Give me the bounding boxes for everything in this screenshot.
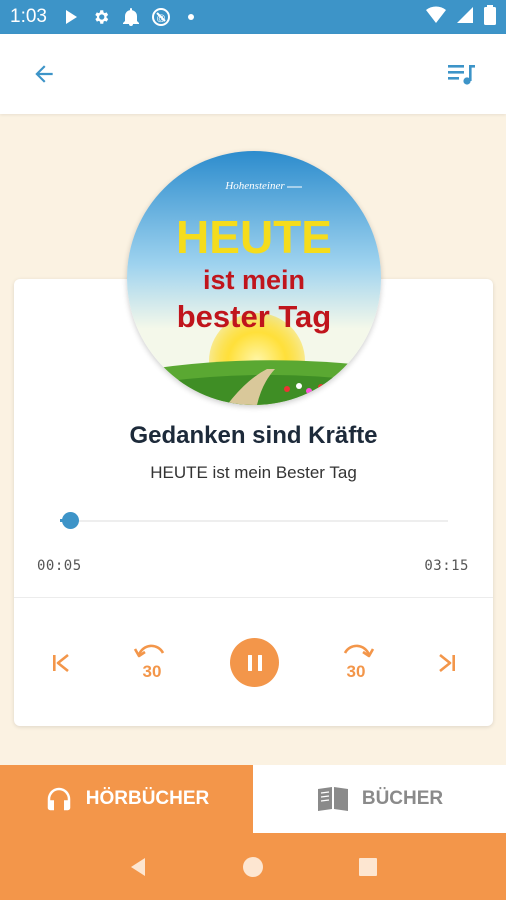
skip-previous-icon bbox=[53, 653, 69, 673]
progress-thumb[interactable] bbox=[62, 512, 80, 529]
play-icon bbox=[61, 7, 81, 27]
back-button[interactable] bbox=[24, 54, 64, 94]
forward-button[interactable]: 30 bbox=[336, 640, 378, 682]
forward-30-icon: 30 bbox=[343, 644, 375, 681]
status-bar: 1:03 @ bbox=[0, 0, 506, 34]
nav-home-button[interactable] bbox=[233, 847, 273, 887]
nav-recents-icon bbox=[359, 857, 378, 876]
svg-text:@: @ bbox=[156, 13, 165, 23]
notification-bell-icon bbox=[121, 7, 141, 27]
track-title: Gedanken sind Kräfte bbox=[129, 422, 378, 449]
total-time: 03:15 bbox=[424, 558, 469, 574]
rewind-label: 30 bbox=[143, 662, 162, 681]
signal-icon bbox=[456, 6, 474, 29]
nav-recents-button[interactable] bbox=[348, 847, 388, 887]
dot-icon bbox=[181, 7, 201, 27]
cover-line3: bester Tag bbox=[177, 299, 331, 334]
settings-icon bbox=[91, 7, 111, 27]
queue-music-icon bbox=[448, 65, 475, 85]
system-nav-bar bbox=[0, 833, 506, 900]
tab-hoerbuecher[interactable]: HÖRBÜCHER bbox=[0, 765, 253, 833]
divider bbox=[14, 597, 493, 598]
status-time: 1:03 bbox=[10, 6, 47, 27]
pause-button[interactable] bbox=[230, 638, 279, 687]
bottom-tabs: HÖRBÜCHER BÜCHER bbox=[0, 765, 506, 833]
replay-30-icon: 30 bbox=[133, 644, 165, 681]
forward-label: 30 bbox=[347, 662, 366, 681]
rewind-button[interactable]: 30 bbox=[130, 640, 172, 682]
headphones-icon bbox=[47, 787, 70, 811]
nav-home-icon bbox=[242, 856, 263, 877]
cover-logo: Hohensteiner bbox=[224, 180, 285, 192]
blocked-circle-icon: @ bbox=[151, 7, 171, 27]
skip-next-icon bbox=[439, 653, 455, 673]
queue-button[interactable] bbox=[442, 54, 482, 94]
track-subtitle: HEUTE ist mein Bester Tag bbox=[150, 463, 357, 482]
current-time: 00:05 bbox=[37, 558, 82, 574]
arrow-back-icon bbox=[35, 65, 53, 83]
nav-back-icon bbox=[130, 857, 145, 876]
battery-icon bbox=[484, 4, 496, 30]
wifi-icon bbox=[426, 5, 446, 29]
pause-icon bbox=[247, 654, 262, 671]
progress-track[interactable] bbox=[60, 520, 448, 522]
tab-hoerbuecher-label: HÖRBÜCHER bbox=[85, 788, 210, 809]
app-bar bbox=[0, 34, 506, 114]
book-icon bbox=[317, 787, 348, 811]
cover-line1: HEUTE bbox=[176, 211, 332, 263]
nav-back-button[interactable] bbox=[118, 847, 158, 887]
tab-buecher-label: BÜCHER bbox=[361, 788, 444, 809]
previous-button[interactable] bbox=[46, 648, 76, 678]
tab-buecher[interactable]: BÜCHER bbox=[253, 765, 506, 833]
next-button[interactable] bbox=[432, 648, 462, 678]
cover-line2: ist mein bbox=[203, 265, 305, 295]
cover-art: Hohensteiner HEUTE ist mein bester Tag bbox=[127, 151, 381, 405]
